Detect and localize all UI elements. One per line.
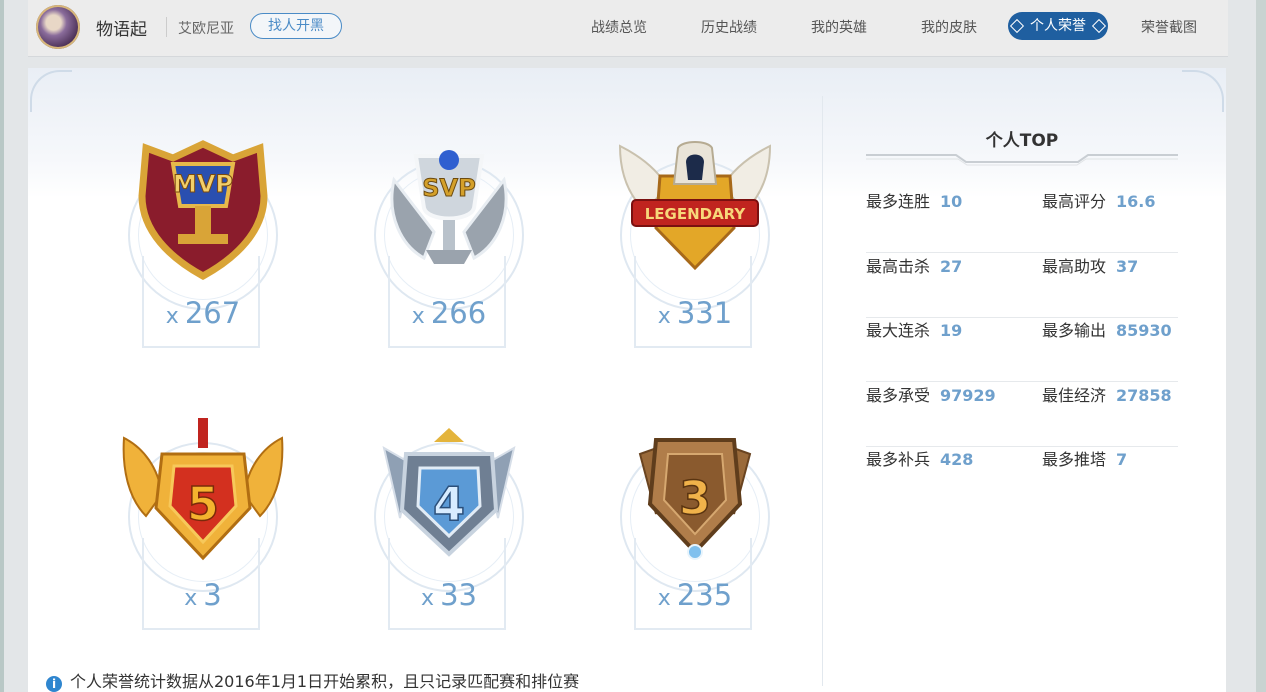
page-edge-left: [0, 0, 4, 692]
title-underline-ornament: [866, 154, 1178, 166]
stat-row: 最多连胜 10 最高评分 16.6: [866, 188, 1178, 253]
quadra-kill-count: x 33: [421, 578, 477, 612]
honors-panel: MVP x 267 SVP x 266 LEGENDARY x 331 5 x …: [28, 68, 1226, 692]
tab-my-skins[interactable]: 我的皮肤: [921, 17, 977, 37]
badge-label: MVP: [173, 170, 233, 198]
mvp-badge-card: MVP x 267: [106, 136, 306, 366]
badge-label: 4: [433, 477, 465, 531]
personal-top-title: 个人TOP: [985, 131, 1059, 151]
mvp-count: x 267: [165, 296, 241, 330]
stat-row: 最多补兵 428 最多推塔 7: [866, 446, 1178, 510]
penta-kill-count: x3: [184, 578, 222, 612]
svp-badge-icon: SVP: [390, 150, 508, 264]
stat-highest-rating: 最高评分 16.6: [1042, 192, 1156, 211]
triple-kill-count: x 235: [657, 578, 733, 612]
triple-kill-badge-icon: 3: [638, 438, 752, 560]
svp-badge-card: SVP x 266: [352, 136, 552, 366]
svp-count: x 266: [411, 296, 487, 330]
legendary-badge-icon: LEGENDARY: [618, 141, 772, 271]
stat-most-towers: 最多推塔 7: [1042, 450, 1128, 469]
tab-history[interactable]: 历史战绩: [701, 17, 757, 37]
stat-most-damage: 最多输出 85930: [1042, 321, 1172, 340]
nav-tabs: 战绩总览 历史战绩 我的英雄 我的皮肤 个人荣誉 荣誉截图: [28, 0, 1228, 56]
page-scrollbar[interactable]: [1256, 0, 1266, 692]
stat-max-killing-spree: 最大连杀 19: [866, 321, 963, 340]
tab-overview[interactable]: 战绩总览: [591, 17, 647, 37]
tab-personal-honors[interactable]: 个人荣誉: [1008, 12, 1108, 40]
legendary-badge-card: LEGENDARY x 331: [598, 136, 798, 366]
stat-row: 最高击杀 27 最高助攻 37: [866, 253, 1178, 318]
badge-label: LEGENDARY: [645, 205, 747, 223]
stat-best-gold: 最佳经济 27858: [1042, 386, 1172, 405]
footnote-text: 个人荣誉统计数据从2016年1月1日开始累积，且只记录匹配赛和排位赛: [70, 672, 580, 691]
section-divider: [822, 96, 823, 686]
quadra-kill-badge-icon: 4: [382, 428, 516, 557]
info-icon: i: [46, 676, 62, 692]
stat-most-cs: 最多补兵 428: [866, 450, 974, 469]
tab-my-heroes[interactable]: 我的英雄: [811, 17, 867, 37]
stat-most-assists: 最高助攻 37: [1042, 257, 1139, 276]
quadra-kill-badge-card: 4 x 33: [352, 418, 552, 648]
tab-honor-screenshots[interactable]: 荣誉截图: [1141, 17, 1197, 37]
stat-row: 最大连杀 19 最多输出 85930: [866, 317, 1178, 382]
stats-footnote: i 个人荣誉统计数据从2016年1月1日开始累积，且只记录匹配赛和排位赛: [46, 668, 579, 692]
badge-label: SVP: [422, 174, 475, 202]
legendary-count: x 331: [657, 296, 733, 330]
mvp-badge-icon: MVP: [138, 140, 268, 280]
triple-kill-badge-card: 3 x 235: [598, 418, 798, 648]
badge-label: 3: [679, 471, 711, 525]
penta-kill-badge-card: 5 x3: [106, 418, 306, 648]
penta-kill-badge-icon: 5: [122, 418, 284, 561]
header-bar: 物语起 艾欧尼亚 找人开黑 战绩总览 历史战绩 我的英雄 我的皮肤 个人荣誉 荣…: [28, 0, 1228, 57]
stat-most-kills: 最高击杀 27: [866, 257, 963, 276]
badge-label: 5: [187, 477, 219, 531]
stat-most-damage-taken: 最多承受 97929: [866, 386, 996, 405]
stat-row: 最多承受 97929 最佳经济 27858: [866, 382, 1178, 447]
stat-most-win-streak: 最多连胜 10: [866, 192, 963, 211]
